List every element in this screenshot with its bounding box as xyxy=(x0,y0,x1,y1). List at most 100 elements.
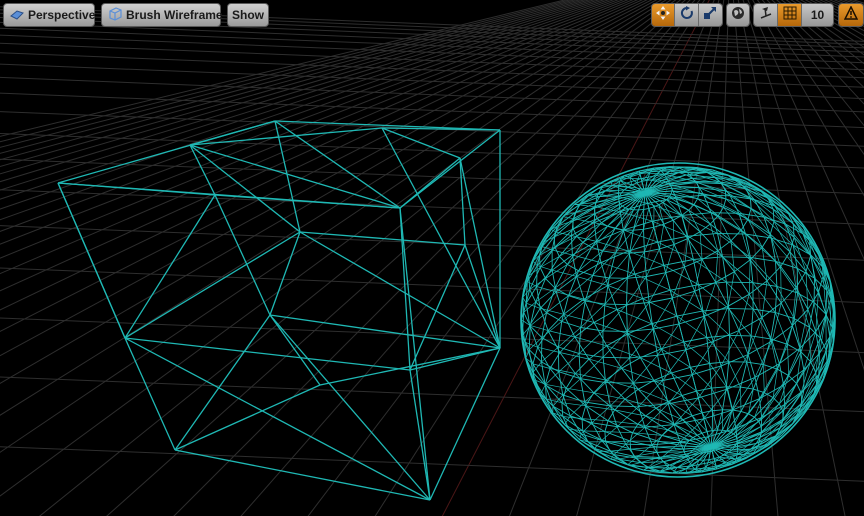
sphere-edge xyxy=(630,446,657,450)
sphere-edge xyxy=(573,218,595,223)
surface-snapping-button[interactable] xyxy=(754,4,778,26)
sphere-edge xyxy=(690,367,712,389)
sphere-edge xyxy=(712,429,718,432)
brush-edge xyxy=(299,231,501,349)
snapping-group: 10 xyxy=(753,3,834,27)
sphere-edge xyxy=(561,300,586,322)
sphere-edge xyxy=(563,314,576,338)
brush-edge xyxy=(174,449,431,501)
brush-edge xyxy=(269,314,501,349)
brush-edge xyxy=(381,127,461,159)
sphere-edge xyxy=(639,173,643,182)
sphere-edge xyxy=(752,282,777,287)
sphere-edge xyxy=(663,223,675,245)
show-button[interactable]: Show xyxy=(227,3,269,27)
sphere-edge xyxy=(726,281,753,284)
perspective-label: Perspective xyxy=(28,8,96,22)
sphere-edge xyxy=(629,441,632,450)
sphere-edge xyxy=(634,273,671,291)
grid-snap-size-dropdown[interactable]: 10 xyxy=(802,4,833,26)
sphere-edge xyxy=(717,250,735,272)
scene-canvas[interactable] xyxy=(0,0,864,516)
sphere-edge xyxy=(762,364,765,393)
sphere-edge xyxy=(776,344,788,370)
brush-edge xyxy=(174,384,321,451)
sphere-edge xyxy=(627,328,654,332)
sphere-edge xyxy=(787,344,790,376)
sphere-edge xyxy=(687,238,703,260)
sphere-edge xyxy=(667,429,690,441)
sphere-edge xyxy=(652,297,673,330)
sphere-edge xyxy=(584,401,611,407)
sphere-edge xyxy=(725,198,749,220)
coordinate-system-button[interactable] xyxy=(727,4,749,26)
sphere-edge xyxy=(540,308,564,315)
sphere-edge xyxy=(539,267,546,279)
sphere-edge xyxy=(720,354,749,367)
scale-icon xyxy=(703,6,717,25)
sphere-edge xyxy=(754,377,761,399)
sphere-edge xyxy=(643,226,654,230)
sphere-edge xyxy=(645,407,657,417)
sphere-edge xyxy=(594,213,598,219)
sphere-edge xyxy=(676,310,704,317)
sphere-edge xyxy=(585,300,605,305)
sphere-edge xyxy=(678,323,687,350)
grid-snap-toggle[interactable] xyxy=(778,4,802,26)
sphere-edge xyxy=(522,325,531,336)
sphere-edge xyxy=(722,429,727,432)
sphere-edge xyxy=(648,208,655,228)
sphere-brush-wireframe[interactable] xyxy=(520,162,836,478)
sphere-edge xyxy=(695,181,721,183)
sphere-edge xyxy=(761,280,768,318)
grid-line xyxy=(0,92,864,129)
sphere-edge xyxy=(651,315,678,325)
sphere-edge xyxy=(671,366,691,374)
sphere-edge xyxy=(678,291,696,325)
sphere-edge xyxy=(694,458,699,461)
sphere-edge xyxy=(799,348,805,370)
sphere-edge xyxy=(772,209,775,222)
sphere-edge xyxy=(617,426,645,428)
show-label: Show xyxy=(232,8,264,22)
sphere-edge xyxy=(627,302,650,332)
sphere-edge xyxy=(588,195,600,197)
sphere-edge xyxy=(671,187,699,189)
sphere-edge xyxy=(646,272,666,277)
sphere-edge xyxy=(663,219,674,225)
sphere-edge xyxy=(697,432,703,436)
sphere-edge xyxy=(724,190,727,199)
viewport[interactable]: Perspective Brush Wireframe Show 10 xyxy=(0,0,864,516)
sphere-edge xyxy=(653,227,660,250)
wireframe-cube-icon xyxy=(108,6,122,24)
sphere-edge xyxy=(699,231,703,260)
sphere-edge xyxy=(584,401,593,423)
sphere-edge xyxy=(682,415,693,421)
sphere-edge xyxy=(653,380,683,396)
perspective-button[interactable]: Perspective xyxy=(3,3,95,27)
sphere-edge xyxy=(659,243,675,250)
sphere-edge xyxy=(818,353,820,375)
translate-tool-button[interactable] xyxy=(652,4,676,26)
sphere-edge xyxy=(728,335,730,362)
rotate-tool-button[interactable] xyxy=(675,4,699,26)
sphere-edge xyxy=(657,179,662,182)
sphere-edge xyxy=(540,384,546,394)
sphere-edge xyxy=(595,241,602,263)
sphere-edge xyxy=(574,358,590,374)
sphere-edge xyxy=(602,330,628,332)
warning-button[interactable] xyxy=(839,4,863,26)
brush-edge xyxy=(124,337,431,501)
sphere-edge xyxy=(693,256,723,260)
sphere-edge xyxy=(536,265,538,287)
sphere-edge xyxy=(638,170,641,175)
sphere-edge xyxy=(715,282,729,307)
scale-tool-button[interactable] xyxy=(698,4,722,26)
sphere-edge xyxy=(558,353,580,372)
sphere-edge xyxy=(674,424,698,436)
view-mode-button[interactable]: Brush Wireframe xyxy=(101,3,223,27)
sphere-edge xyxy=(682,419,703,434)
sphere-edge xyxy=(555,291,565,315)
grid-line xyxy=(173,0,691,516)
grid-snap-value: 10 xyxy=(810,8,825,22)
